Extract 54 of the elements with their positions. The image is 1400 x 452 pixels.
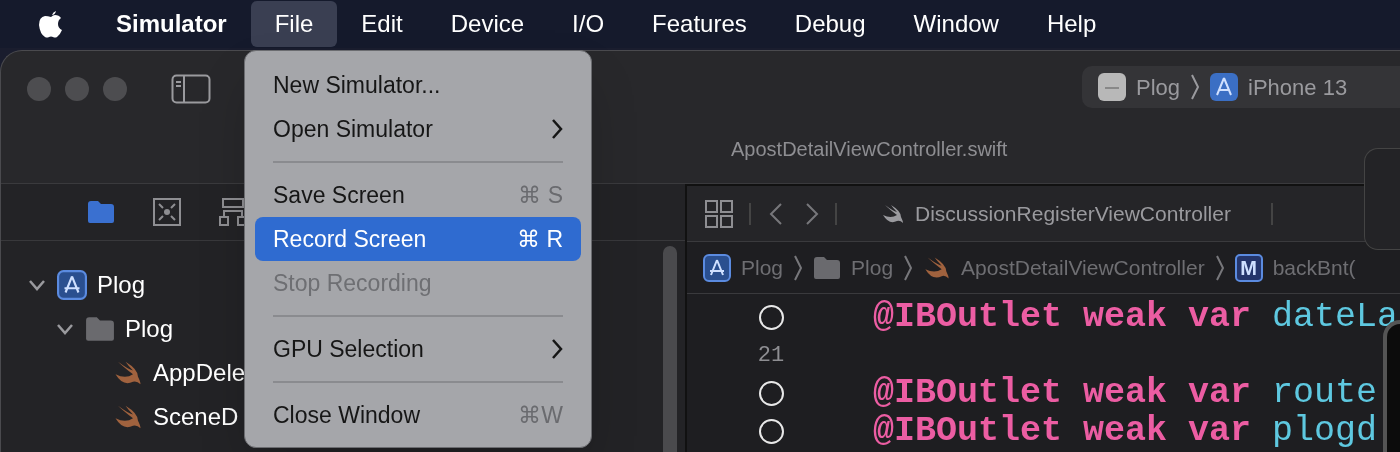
device-icon — [1210, 73, 1239, 101]
grid-icon[interactable] — [705, 199, 733, 228]
hierarchy-icon[interactable] — [219, 198, 247, 226]
menu-item[interactable]: Close Window ⌘W — [255, 393, 581, 437]
swift-icon — [113, 403, 143, 431]
outlet-connection-icon[interactable] — [758, 418, 784, 444]
device-name: iPhone 13 — [1248, 73, 1348, 102]
menu-item[interactable]: Record Screen ⌘ R — [255, 217, 581, 261]
forward-icon[interactable] — [805, 201, 819, 226]
line-number: 21 — [757, 341, 785, 370]
project-icon — [57, 270, 87, 300]
menu-bar-item[interactable]: Device — [426, 1, 549, 47]
scheme-name: Plog — [1136, 73, 1181, 102]
menu-item[interactable]: Open Simulator — [255, 107, 581, 151]
menu-bar-item[interactable]: Debug — [770, 1, 890, 47]
menu-bar-item[interactable]: Features — [628, 1, 771, 47]
window-title: ApostDetailViewController.swift — [731, 137, 1008, 162]
code-line: @IBOutlet weak var route — [873, 375, 1378, 411]
folder-icon — [85, 316, 115, 342]
source-control-icon[interactable] — [153, 198, 181, 226]
app-menu[interactable]: Simulator — [92, 1, 251, 47]
submenu-chevron-icon — [551, 118, 563, 140]
code-line: @IBOutlet weak var plogd — [873, 413, 1378, 449]
chevron-icon — [903, 253, 914, 282]
tree-item[interactable]: AppDele — [153, 355, 246, 391]
chevron-icon — [793, 253, 804, 282]
tree-item[interactable]: Plog — [125, 311, 174, 347]
app-icon — [1098, 73, 1126, 101]
sidebar-toggle-icon[interactable] — [171, 74, 211, 104]
tree-item[interactable]: Plog — [97, 267, 146, 303]
folder-icon — [813, 255, 842, 280]
project-icon — [703, 253, 731, 282]
menu-bar-item[interactable]: Window — [889, 1, 1023, 47]
apple-logo-icon[interactable] — [38, 9, 64, 39]
submenu-chevron-icon — [551, 338, 563, 360]
menu-bar-item[interactable]: Help — [1022, 1, 1121, 47]
code-line: @IBOutlet weak var dateLa — [873, 299, 1399, 335]
chevron-icon — [1190, 73, 1201, 101]
outlet-connection-icon[interactable] — [758, 304, 784, 330]
menu-item[interactable]: Save Screen ⌘ S — [255, 173, 581, 217]
scheme-selector[interactable]: Plog iPhone 13 — [1082, 66, 1400, 108]
menu-item[interactable]: New Simulator... — [255, 63, 581, 107]
folder-icon[interactable] — [87, 200, 115, 224]
outlet-connection-icon[interactable] — [758, 380, 784, 406]
menu-item[interactable]: GPU Selection — [255, 327, 581, 371]
tree-item[interactable]: SceneD — [153, 399, 239, 435]
chevron-icon — [1214, 253, 1225, 282]
method-badge: M — [1234, 253, 1263, 282]
back-icon[interactable] — [769, 201, 783, 226]
menu-bar-item[interactable]: Edit — [337, 1, 427, 47]
swift-icon — [113, 359, 143, 387]
swift-icon — [881, 202, 905, 225]
menu-bar-item[interactable]: I/O — [548, 1, 629, 47]
menu-bar-item[interactable]: File — [250, 1, 338, 47]
